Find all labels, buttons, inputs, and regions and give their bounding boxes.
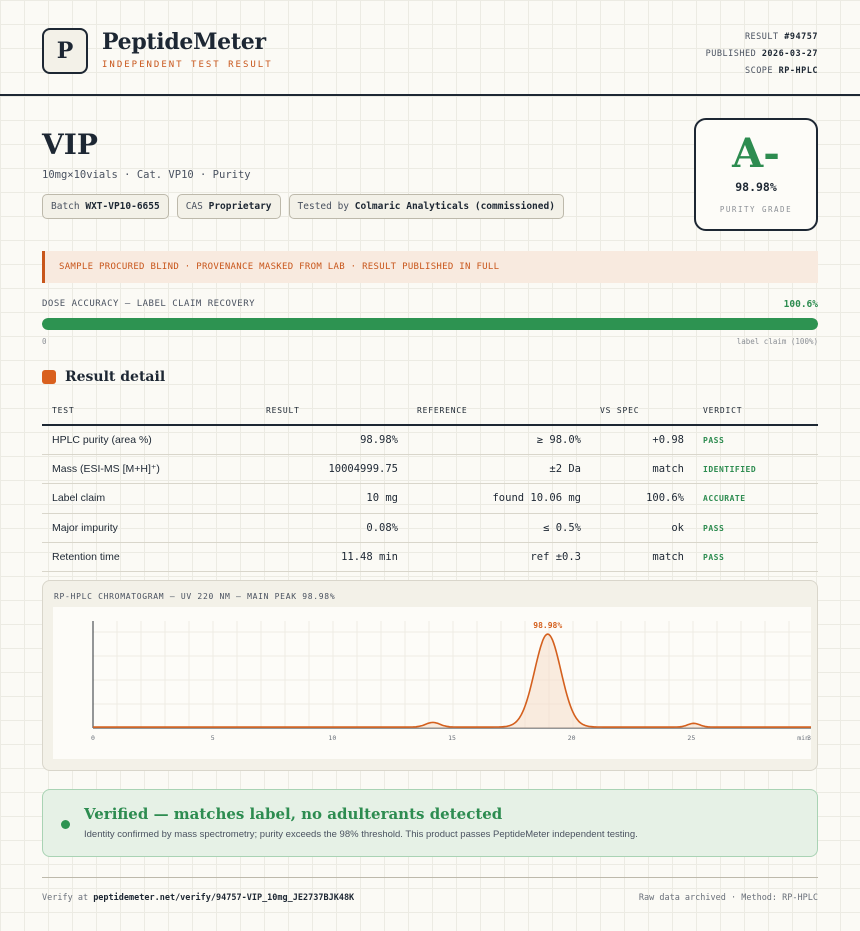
verify-line: Verify at peptidemeter.net/verify/94757-… (42, 893, 355, 903)
col-reference: REFERENCE (398, 397, 581, 426)
table-header-row: TEST RESULT REFERENCE VS SPEC VERDICT (42, 397, 818, 426)
chromatogram-title: RP-HPLC CHROMATOGRAM — UV 220 NM — MAIN … (54, 592, 336, 601)
chromatogram-plot: 98.98%051015202530min (53, 607, 815, 759)
col-vs-spec: VS SPEC (581, 397, 684, 426)
vs-spec-cell: +0.98 (581, 425, 684, 455)
footer-method: Raw data archived · Method: RP-HPLC (638, 893, 818, 903)
result-cell: 10004999.75 (242, 454, 398, 485)
verified-banner: Verified — matches label, no adulterants… (42, 789, 818, 857)
reference-cell: found 10.06 mg (398, 483, 581, 514)
section-title: Result detail (65, 369, 166, 385)
grade-letter: A- (732, 130, 780, 177)
grade-label: PURITY GRADE (719, 205, 793, 214)
verify-link[interactable]: peptidemeter.net/verify/94757-VIP_10mg_J… (93, 893, 354, 903)
dose-progress-bar (42, 318, 818, 330)
peak-label: 98.98% (533, 621, 562, 630)
verdict-cell: PASS (684, 425, 818, 455)
dose-accuracy-label: DOSE ACCURACY — LABEL CLAIM RECOVERY (42, 299, 256, 309)
verdict-cell: ACCURATE (684, 483, 818, 514)
table-row: Label claim 10 mg found 10.06 mg 100.6% ACCU… (42, 483, 818, 514)
verdict-cell: PASS (684, 542, 818, 573)
verdict-badge: PASS (703, 523, 725, 533)
col-verdict: VERDICT (684, 397, 818, 426)
verdict-badge: IDENTIFIED (703, 465, 757, 475)
cas-chip: CAS Proprietary (176, 194, 281, 219)
series-line (93, 633, 811, 728)
result-id: #94757 (784, 32, 818, 42)
table-row: Mass (ESI-MS [M+H]⁺) 10004999.75 ±2 Da matc… (42, 454, 818, 485)
result-cell: 98.98% (242, 425, 398, 455)
chromatogram-svg: 98.98%051015202530min (91, 621, 815, 742)
header: P PeptideMeter INDEPENDENT TEST RESULT R… (0, 0, 860, 96)
test-cell: Mass (ESI-MS [M+H]⁺) (42, 454, 242, 485)
brand-name: PeptideMeter (102, 29, 266, 55)
vs-spec-cell: 100.6% (581, 483, 684, 514)
product-title: VIP (42, 128, 98, 161)
published-date: 2026-03-27 (761, 49, 818, 59)
verdict-badge: PASS (703, 553, 725, 563)
section-marker (42, 370, 56, 384)
reference-cell: ≤ 0.5% (398, 513, 581, 544)
col-test: TEST (42, 397, 242, 426)
scope-value: RP-HPLC (778, 66, 818, 76)
x-tick-label: 10 (328, 734, 336, 742)
blind-sample-notice: SAMPLE PROCURED BLIND · PROVENANCE MASKE… (42, 251, 818, 283)
batch-chip: Batch WXT-VP10-6655 (42, 194, 169, 219)
vs-spec-cell: match (581, 454, 684, 485)
product-chips: Batch WXT-VP10-6655 CAS Proprietary Test… (42, 194, 564, 219)
x-tick-label: 25 (687, 734, 695, 742)
result-cell: 10 mg (242, 483, 398, 514)
dose-progress-fill (42, 318, 818, 330)
result-table: TEST RESULT REFERENCE VS SPEC VERDICT HP… (42, 397, 818, 573)
bar-min-label: 0 (42, 337, 47, 346)
test-cell: Retention time (42, 542, 242, 573)
x-unit-label: min (797, 734, 809, 742)
scope-line: SCOPE RP-HPLC (744, 66, 818, 76)
col-result: RESULT (242, 397, 398, 426)
test-cell: Label claim (42, 483, 242, 514)
table-row: HPLC purity (area %) 98.98% ≥ 98.0% +0.98 PA… (42, 425, 818, 455)
result-meta: RESULT #94757 PUBLISHED 2026-03-27 SCOPE… (706, 29, 818, 80)
bar-max-label: label claim (100%) (736, 337, 818, 346)
verified-text: Identity confirmed by mass spectrometry;… (84, 829, 638, 840)
verified-status-icon (61, 820, 70, 829)
tested-by-chip: Tested by Colmaric Analyticals (commissi… (288, 194, 564, 219)
grade-value: 98.98% (735, 180, 777, 194)
verdict-badge: PASS (703, 435, 725, 445)
reference-cell: ≥ 98.0% (398, 425, 581, 455)
result-cell: 11.48 min (242, 542, 398, 573)
vs-spec-cell: match (581, 542, 684, 573)
verdict-cell: PASS (684, 513, 818, 544)
brand-tagline: INDEPENDENT TEST RESULT (102, 60, 273, 70)
verdict-cell: IDENTIFIED (684, 454, 818, 485)
x-tick-label: 15 (448, 734, 456, 742)
vs-spec-cell: ok (581, 513, 684, 544)
dose-accuracy-value: 100.6% (783, 299, 818, 310)
test-cell: HPLC purity (area %) (42, 425, 242, 455)
series-area (93, 634, 811, 728)
chromatogram-panel: RP-HPLC CHROMATOGRAM — UV 220 NM — MAIN … (42, 580, 818, 771)
table-row: Major impurity 0.08% ≤ 0.5% ok PASS (42, 513, 818, 544)
product-subline: 10mg×10vials · Cat. VP10 · Purity (42, 169, 251, 181)
table-row: Retention time 11.48 min ref ±0.3 match PASS (42, 542, 818, 573)
result-cell: 0.08% (242, 513, 398, 544)
logo: P (42, 28, 88, 74)
x-tick-label: 20 (568, 734, 576, 742)
published-line: PUBLISHED 2026-03-27 (705, 49, 818, 59)
verdict-badge: ACCURATE (703, 494, 746, 504)
reference-cell: ±2 Da (398, 454, 581, 485)
x-tick-label: 5 (211, 734, 215, 742)
verified-title: Verified — matches label, no adulterants… (84, 805, 503, 823)
test-cell: Major impurity (42, 513, 242, 544)
footer-divider (42, 877, 818, 878)
reference-cell: ref ±0.3 (398, 542, 581, 573)
x-tick-label: 0 (91, 734, 95, 742)
purity-grade-card: A- 98.98% PURITY GRADE (694, 118, 818, 231)
result-id-line: RESULT #94757 (744, 32, 818, 42)
